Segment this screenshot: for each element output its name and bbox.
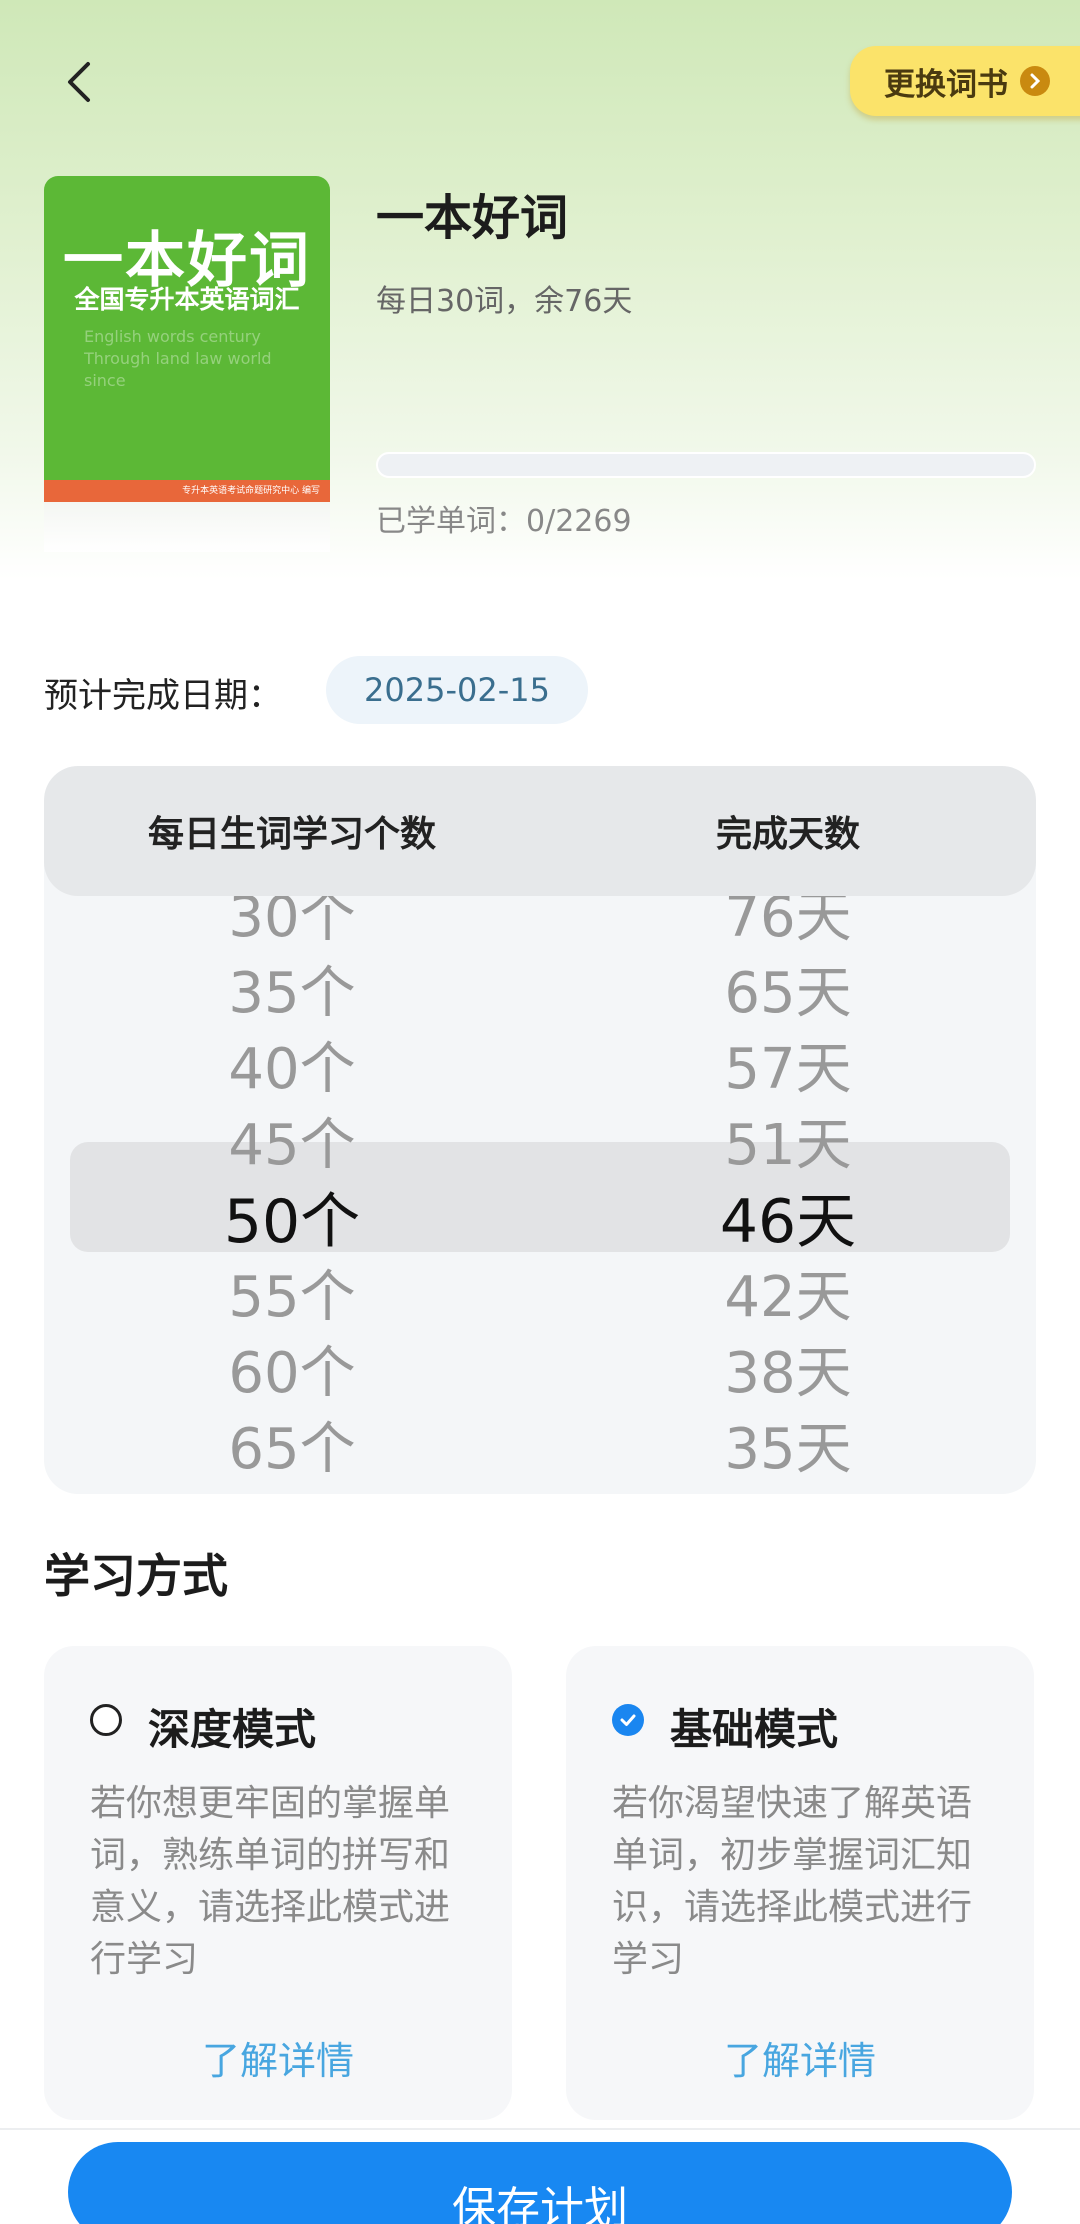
- learn-more-link[interactable]: 了解详情: [44, 2030, 512, 2085]
- picker-days-value: 35天: [724, 1416, 852, 1482]
- picker-words-value: 40个: [228, 1036, 356, 1102]
- change-book-button[interactable]: 更换词书: [850, 46, 1080, 116]
- picker-words-value: 50个: [223, 1186, 361, 1257]
- picker-days-value: 51天: [724, 1112, 852, 1178]
- picker-col-days: 完成天数: [715, 814, 860, 855]
- learning-progress-bar: [376, 452, 1036, 478]
- save-plan-label: 保存计划: [452, 2183, 628, 2224]
- picker-days-value: 42天: [724, 1264, 852, 1330]
- save-plan-button[interactable]: 保存计划: [68, 2142, 1012, 2224]
- picker-row[interactable]: 40个 57天: [44, 1026, 1036, 1102]
- radio-checked-icon[interactable]: [612, 1704, 644, 1736]
- cover-publisher: 专升本英语考试命题研究中心 编写: [182, 486, 320, 496]
- book-cover[interactable]: 一本好词 全国专升本英语词汇 English words century Thr…: [44, 176, 330, 502]
- picker-words-value: 55个: [228, 1264, 356, 1330]
- radio-unchecked-icon[interactable]: [90, 1704, 122, 1736]
- book-plan-text: 每日30词，余76天: [376, 284, 633, 319]
- cover-subtitle: 全国专升本英语词汇: [74, 285, 300, 314]
- cover-band: 专升本英语考试命题研究中心 编写: [44, 480, 330, 502]
- picker-words-value: 70个: [44, 1480, 540, 1495]
- finish-date-value: 2025-02-15: [326, 656, 588, 724]
- mode-description: 若你渴望快速了解英语单词，初步掌握词汇知识，请选择此模式进行学习: [612, 1783, 973, 1980]
- study-mode-title: 学习方式: [44, 1549, 228, 1603]
- mode-card-basic[interactable]: 基础模式 若你渴望快速了解英语单词，初步掌握词汇知识，请选择此模式进行学习 了解…: [566, 1646, 1034, 2120]
- picker-days-value: 57天: [724, 1036, 852, 1102]
- picker-wheel[interactable]: 30个 76天 35个 65天 40个 57天 45个 51天 50个 46天 55个 42天 60个 3…: [44, 896, 1036, 1494]
- plan-picker[interactable]: 每日生词学习个数 完成天数 30个 76天 35个 65天 40个 57天 45个 51天 50…: [44, 766, 1036, 1494]
- learn-more-link[interactable]: 了解详情: [566, 2030, 1034, 2085]
- picker-words-value: 30个: [228, 896, 356, 950]
- picker-words-value: 65个: [228, 1416, 356, 1482]
- picker-header: 每日生词学习个数 完成天数: [44, 766, 1036, 896]
- picker-days-value: 38天: [724, 1340, 852, 1406]
- picker-days-value: 65天: [724, 960, 852, 1026]
- back-button[interactable]: [52, 54, 108, 110]
- picker-row[interactable]: 60个 38天: [44, 1330, 1036, 1406]
- chevron-left-icon: [68, 62, 90, 102]
- picker-row[interactable]: 45个 51天: [44, 1102, 1036, 1178]
- cover-word-art: English words century Through land law w…: [84, 327, 272, 390]
- picker-days-value: 46天: [719, 1186, 857, 1257]
- picker-days-value: 76天: [724, 896, 852, 950]
- mode-card-deep[interactable]: 深度模式 若你想更牢固的掌握单词，熟练单词的拼写和意义，请选择此模式进行学习 了…: [44, 1646, 512, 2120]
- mode-name: 基础模式: [670, 1705, 839, 1754]
- picker-words-value: 60个: [228, 1340, 356, 1406]
- cover-shadow: [44, 502, 330, 552]
- mode-name: 深度模式: [148, 1705, 317, 1754]
- change-book-label: 更换词书: [884, 66, 1008, 103]
- picker-row[interactable]: 30个 76天: [44, 896, 1036, 950]
- picker-row[interactable]: 70个33天: [44, 1480, 1036, 1495]
- picker-row[interactable]: 35个 65天: [44, 950, 1036, 1026]
- picker-words-value: 45个: [228, 1112, 356, 1178]
- picker-row[interactable]: 55个 42天: [44, 1254, 1036, 1330]
- book-title: 一本好词: [376, 190, 569, 246]
- picker-col-words: 每日生词学习个数: [147, 814, 436, 855]
- picker-row-selected[interactable]: 50个 46天: [44, 1178, 1036, 1257]
- learned-count: 已学单词：0/2269: [376, 504, 632, 539]
- picker-words-value: 35个: [228, 960, 356, 1026]
- mode-description: 若你想更牢固的掌握单词，熟练单词的拼写和意义，请选择此模式进行学习: [90, 1783, 451, 1980]
- chevron-right-icon: [1020, 66, 1050, 96]
- picker-days-value: 33天: [540, 1480, 1036, 1495]
- finish-date-label: 预计完成日期：: [44, 676, 282, 716]
- picker-row[interactable]: 65个 35天: [44, 1406, 1036, 1482]
